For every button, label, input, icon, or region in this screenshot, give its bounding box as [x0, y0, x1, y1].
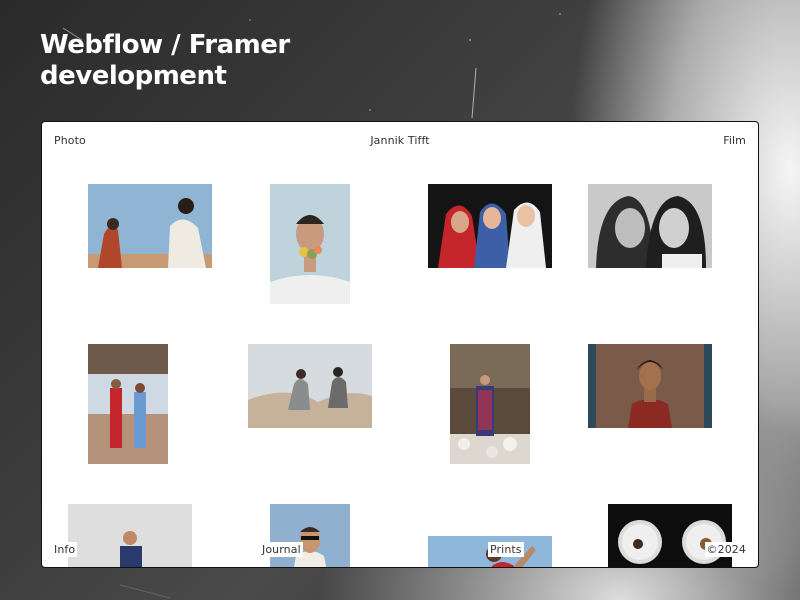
copyright-text: ©2024	[704, 542, 748, 557]
photo-woman-portrait-teal[interactable]	[588, 344, 712, 428]
photo-man-flowers[interactable]	[270, 184, 350, 304]
nav-link-journal[interactable]: Journal	[260, 542, 303, 557]
site-brand[interactable]: Jannik Tifft	[42, 134, 758, 147]
photo-two-people-dunes[interactable]	[248, 344, 372, 428]
nav-link-info[interactable]: Info	[52, 542, 78, 557]
photo-two-women-bw[interactable]	[588, 184, 712, 268]
nav-link-prints[interactable]: Prints	[488, 542, 524, 557]
photo-three-women-headscarves[interactable]	[428, 184, 552, 268]
photo-circular-windows[interactable]	[608, 504, 732, 567]
photo-two-people-rooftop[interactable]	[88, 344, 168, 464]
nav-link-film[interactable]: Film	[723, 134, 746, 147]
photo-market-stall[interactable]	[450, 344, 530, 464]
nav-link-photo[interactable]: Photo	[54, 134, 86, 147]
page-headline: Webflow / Framer development	[40, 30, 290, 91]
photo-woman-sunglasses[interactable]	[270, 504, 350, 567]
photo-two-women-sky[interactable]	[88, 184, 212, 268]
page: { "headline": "Webflow / Framer developm…	[0, 0, 800, 600]
website-preview-frame: Photo Jannik Tifft Film Info Journal Pri…	[41, 121, 759, 568]
photo-person-skateboard[interactable]	[68, 504, 192, 567]
